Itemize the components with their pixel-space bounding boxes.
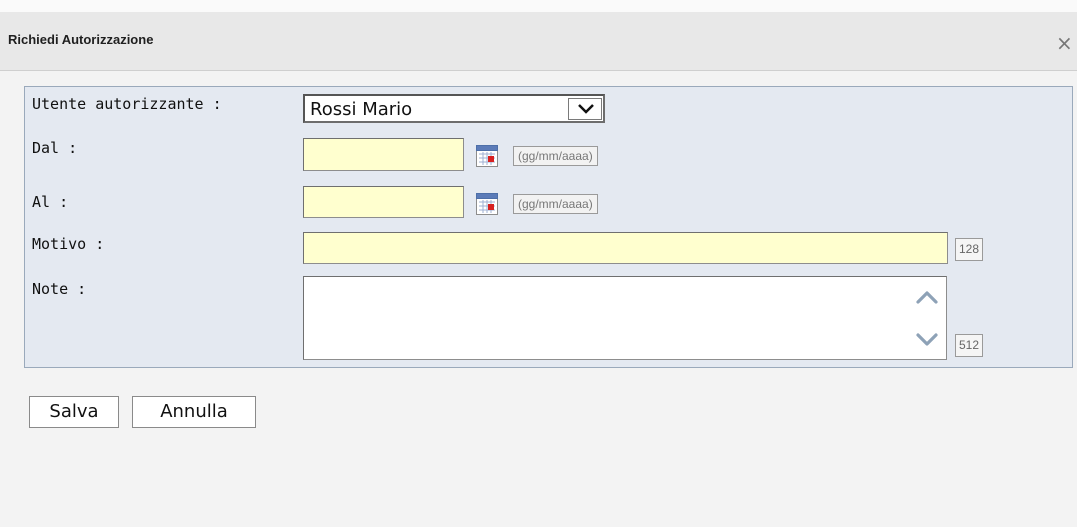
dal-label: Dal : bbox=[32, 139, 78, 157]
calendar-icon bbox=[476, 193, 498, 215]
calendar-icon bbox=[476, 145, 498, 167]
calendar-icon[interactable] bbox=[476, 193, 498, 215]
dialog-titlebar: Richiedi Autorizzazione × bbox=[0, 12, 1077, 71]
dal-date-input[interactable] bbox=[303, 138, 464, 171]
al-date-input[interactable] bbox=[303, 186, 464, 218]
chevron-down-icon bbox=[578, 104, 594, 114]
cancel-button[interactable]: Annulla bbox=[132, 396, 256, 428]
form-panel: Utente autorizzante : Rossi Mario Dal : … bbox=[24, 86, 1073, 368]
utente-select[interactable]: Rossi Mario bbox=[303, 94, 605, 123]
motivo-label: Motivo : bbox=[32, 235, 105, 253]
note-max-chars: 512 bbox=[955, 334, 984, 357]
chevron-down-icon[interactable] bbox=[568, 98, 602, 120]
dal-format-hint: (gg/mm/aaaa) bbox=[513, 146, 598, 166]
motivo-max-chars: 128 bbox=[955, 238, 984, 261]
close-icon[interactable]: × bbox=[1056, 33, 1073, 53]
al-format-hint: (gg/mm/aaaa) bbox=[513, 194, 598, 214]
authorization-dialog: Richiedi Autorizzazione × Utente autoriz… bbox=[0, 0, 1077, 527]
al-label: Al : bbox=[32, 193, 69, 211]
utente-select-value: Rossi Mario bbox=[310, 99, 413, 120]
save-button[interactable]: Salva bbox=[29, 396, 119, 428]
calendar-icon[interactable] bbox=[476, 145, 498, 167]
chevron-up-icon[interactable] bbox=[915, 288, 939, 306]
chevron-down-icon[interactable] bbox=[915, 331, 939, 349]
motivo-input[interactable] bbox=[303, 232, 948, 264]
note-textarea[interactable] bbox=[303, 276, 947, 360]
utente-label: Utente autorizzante : bbox=[32, 95, 222, 113]
dialog-title: Richiedi Autorizzazione bbox=[8, 32, 154, 47]
note-label: Note : bbox=[32, 280, 87, 298]
